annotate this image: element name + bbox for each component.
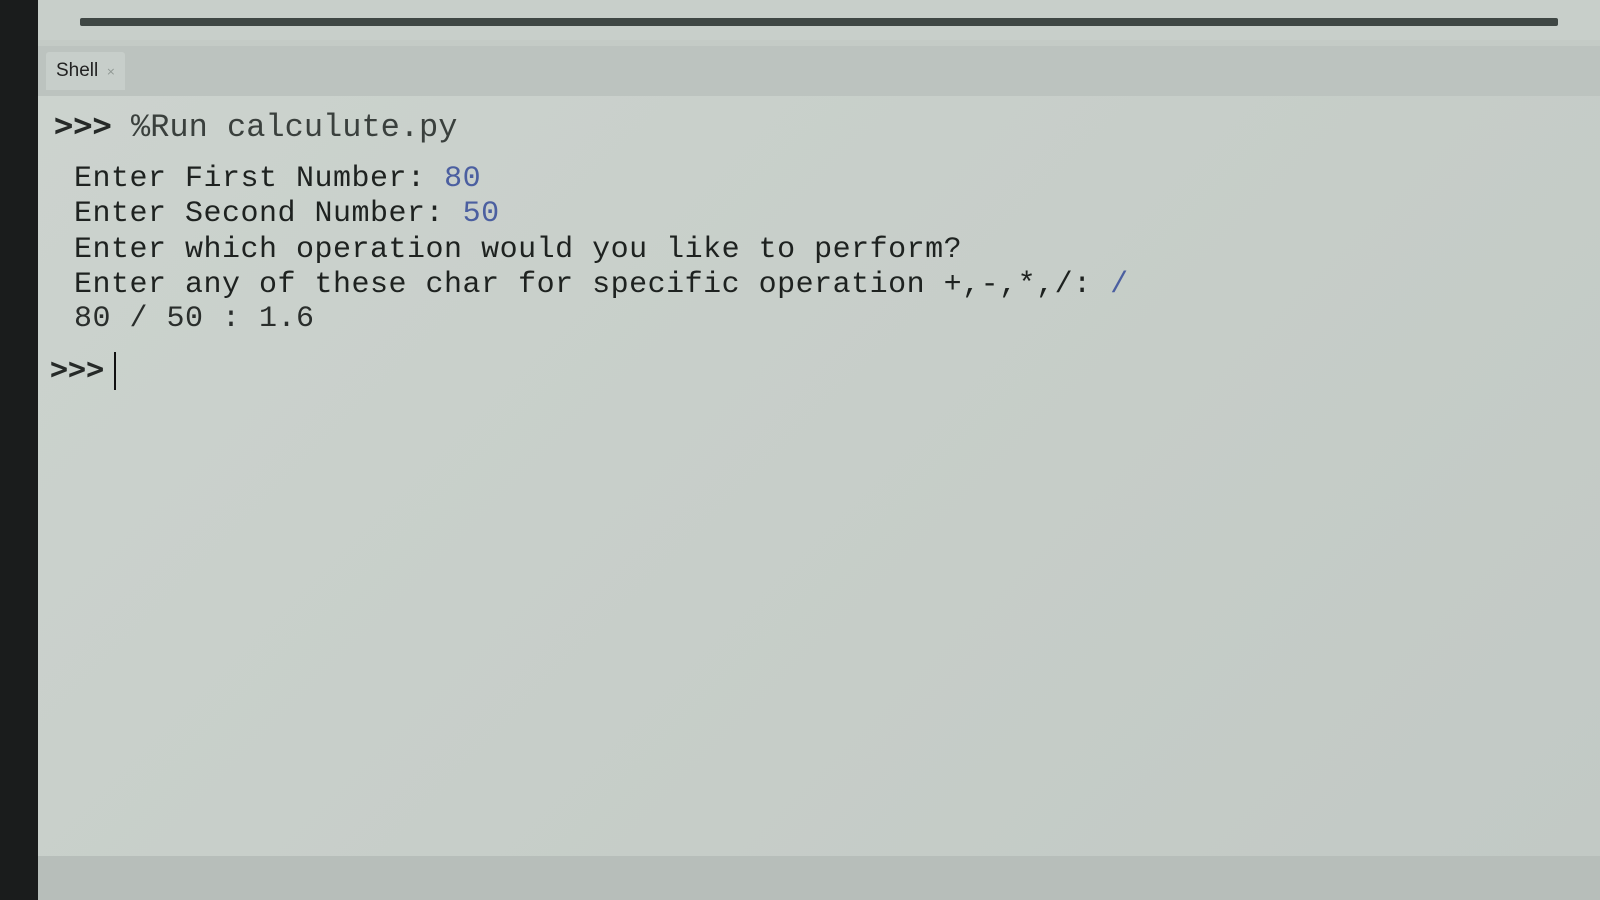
user-input-value: 80 (444, 162, 482, 196)
thonny-window: Shell × >>> %Run calculute.py Enter Firs… (38, 0, 1600, 900)
command-line: >>> %Run calculute.py (54, 106, 457, 146)
status-bar (38, 856, 1600, 900)
output-line: Enter First Number: 80 (74, 162, 481, 196)
editor-horizontal-scrollbar[interactable] (80, 18, 1558, 26)
close-icon[interactable]: × (106, 65, 115, 78)
output-text: Enter First Number: (74, 162, 445, 196)
editor-scroll-track[interactable] (38, 0, 1600, 40)
output-line: Enter Second Number: 50 (74, 197, 500, 231)
prompt-marker: >>> (54, 106, 112, 144)
output-text: 80 / 50 : 1.6 (74, 302, 315, 336)
output-line: Enter which operation would you like to … (74, 233, 962, 267)
user-input-value: 50 (462, 197, 500, 231)
output-text: Enter which operation would you like to … (74, 233, 963, 267)
prompt-marker: >>> (50, 352, 105, 387)
shell-input-line[interactable]: >>> (50, 352, 117, 391)
user-input-value: / (1110, 268, 1129, 302)
output-text: Enter Second Number: (74, 197, 463, 231)
shell-console[interactable]: >>> %Run calculute.py Enter First Number… (38, 96, 1600, 856)
tab-shell-label: Shell (56, 60, 99, 81)
tab-shell[interactable]: Shell × (46, 52, 126, 90)
result-line: 80 / 50 : 1.6 (74, 302, 315, 336)
run-command: %Run calculute.py (131, 109, 458, 146)
output-text: Enter any of these char for specific ope… (74, 268, 1111, 302)
output-line: Enter any of these char for specific ope… (74, 268, 1129, 302)
tab-strip: Shell × (38, 46, 1600, 96)
text-cursor (114, 352, 117, 391)
